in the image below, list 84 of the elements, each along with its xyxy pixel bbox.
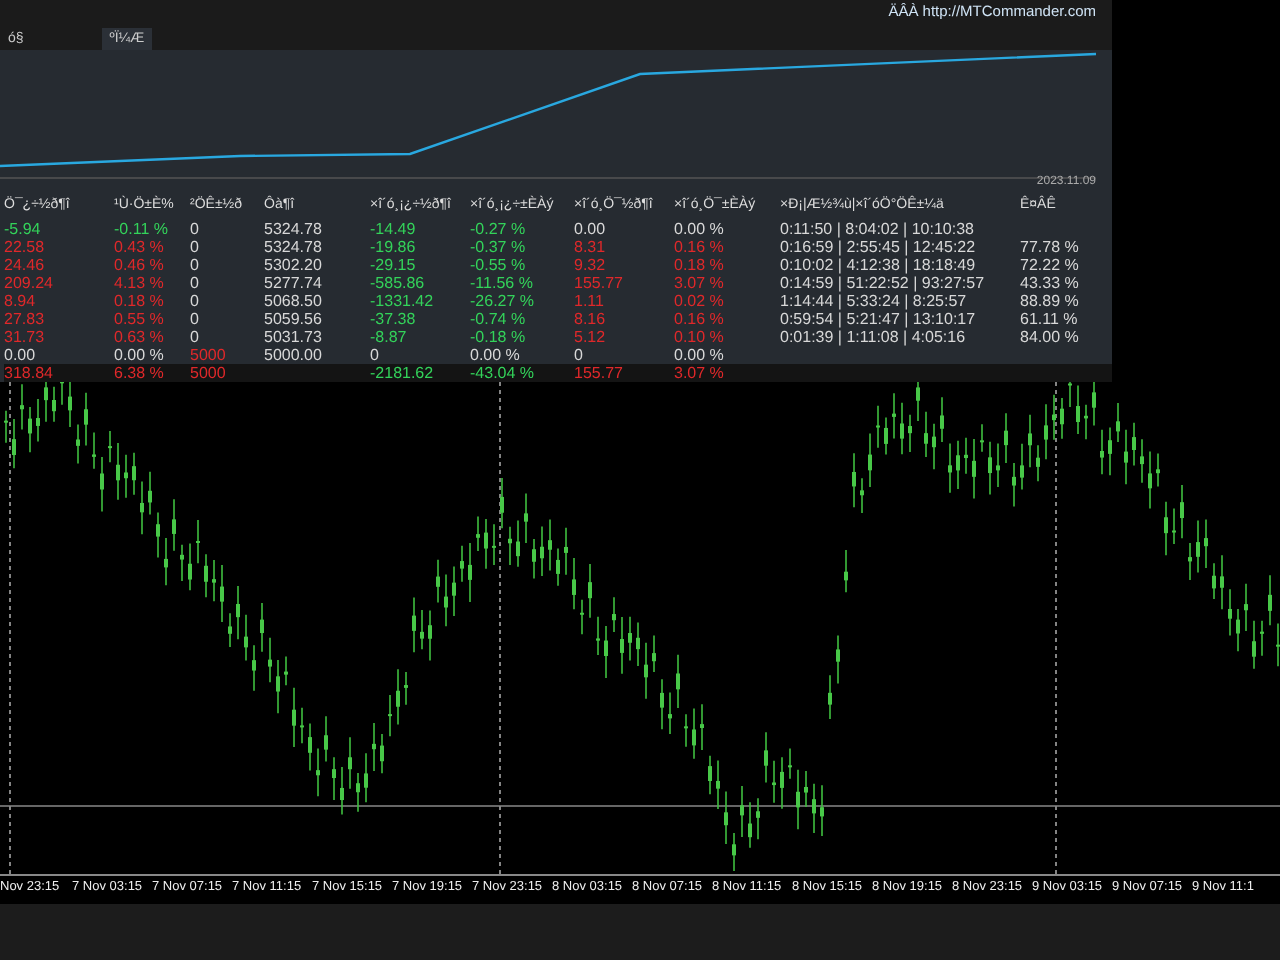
table-cell-text: -0.11 %	[114, 220, 170, 238]
table-cell-text: 0	[190, 220, 201, 238]
table-cell-text: 0.00	[4, 346, 38, 364]
table-cell-text: 5277.74	[264, 274, 324, 292]
table-cell-text: -0.27 %	[470, 220, 528, 238]
table-cell-text: 24.46	[4, 256, 47, 274]
table-cell-text: 31.73	[4, 328, 47, 346]
table-cell-text: 0.00 %	[674, 220, 726, 238]
table-cell-text: 318.84	[4, 364, 55, 382]
table-cell-text: -2181.62	[370, 364, 436, 382]
table-cell-text: 0.00 %	[114, 346, 166, 364]
table-cell-text: 0.16 %	[674, 238, 726, 256]
table-cell-text: 0:11:50 | 8:04:02 | 10:10:38	[780, 220, 976, 238]
table-cell-text: 77.78 %	[1020, 238, 1081, 256]
table-cell-text: 0.10 %	[674, 328, 726, 346]
table-cell-text: 0:16:59 | 2:55:45 | 12:45:22	[780, 238, 978, 256]
table-cell-text: 155.77	[574, 364, 625, 382]
table-cell-text: 5059.56	[264, 310, 324, 328]
table-cell-text: -29.15	[370, 256, 418, 274]
table-cell-text: -11.56 %	[470, 274, 535, 292]
table-cell-text: 8.94	[4, 292, 38, 310]
table-cell-text: 5031.73	[264, 328, 324, 346]
table-cell-text: -1331.42	[370, 292, 436, 310]
table-cell-text: 27.83	[4, 310, 47, 328]
table-cell-text: -37.38	[370, 310, 418, 328]
table-cell-text: 0.00	[574, 220, 608, 238]
table-cell-text: 5000	[190, 346, 228, 364]
table-cell-text: 22.58	[4, 238, 47, 256]
table-cell-text: 0.00 %	[470, 346, 522, 364]
table-cell-text: 5324.78	[264, 238, 324, 256]
table-cell-text: 0.16 %	[674, 310, 726, 328]
table-cell-text: -8.87	[370, 328, 409, 346]
table-cell-text: 43.33 %	[1020, 274, 1081, 292]
table-cell-text: 0	[190, 328, 201, 346]
table-cell-text: 0	[190, 310, 201, 328]
table-cell-text: 0:10:02 | 4:12:38 | 18:18:49	[780, 256, 978, 274]
table-cell-text: 155.77	[574, 274, 625, 292]
table-cell-text: 4.13 %	[114, 274, 166, 292]
table-cell-text: 5000.00	[264, 346, 324, 364]
table-cell-text: 0	[370, 346, 381, 364]
table-cell-text: 0.02 %	[674, 292, 726, 310]
table-cell-text: 0.63 %	[114, 328, 166, 346]
table-cell-text: 8.16	[574, 310, 608, 328]
table-cell-text: 6.38 %	[114, 364, 166, 382]
table-cell-text: 0.55 %	[114, 310, 166, 328]
table-cell-text: 88.89 %	[1020, 292, 1081, 310]
table-cell-text: 0	[574, 346, 585, 364]
table-cell-text: 84.00 %	[1020, 328, 1081, 346]
table-cell-text: -19.86	[370, 238, 418, 256]
table-cell-text: 3.07 %	[674, 274, 726, 292]
table-cell-text: 5324.78	[264, 220, 324, 238]
table-cell-text: 0	[190, 274, 201, 292]
table-cell-text: -14.49	[370, 220, 418, 238]
table-cell-text: 8.31	[574, 238, 608, 256]
table-cell-text: 0.00 %	[674, 346, 726, 364]
table-cell-text: 0.18 %	[674, 256, 726, 274]
table-cell-text: -0.55 %	[470, 256, 528, 274]
table-cell-text: 72.22 %	[1020, 256, 1081, 274]
table-cell-text: 0:01:39 | 1:11:08 | 4:05:16	[780, 328, 968, 346]
table-cell-text: 9.32	[574, 256, 608, 274]
table-cell-text: 5.12	[574, 328, 608, 346]
table-cell-text: 3.07 %	[674, 364, 726, 382]
table-cell-text: 1:14:44 | 5:33:24 | 8:25:57	[780, 292, 969, 310]
table-cell-text: -43.04 %	[470, 364, 537, 382]
table-cell-text: 0.46 %	[114, 256, 166, 274]
table-cell-text: 61.11 %	[1020, 310, 1080, 328]
table-cell-text: 1.11	[574, 292, 606, 310]
table-cell-text: -585.86	[370, 274, 427, 292]
table-cell-text: 0	[190, 238, 201, 256]
table-cell-text: -5.94	[4, 220, 43, 238]
table-cell-text: -0.18 %	[470, 328, 528, 346]
table-cell-text: -26.27 %	[470, 292, 537, 310]
table-cell-text: 5302.20	[264, 256, 324, 274]
table-cell-text: 5000	[190, 364, 228, 382]
table-cell-text: 0.43 %	[114, 238, 166, 256]
table-cell-text: 0:14:59 | 51:22:52 | 93:27:57	[780, 274, 987, 292]
table-cell-text: 0	[190, 256, 201, 274]
table-cell-text: 0	[190, 292, 201, 310]
table-cell-text: 5068.50	[264, 292, 324, 310]
table-cell-text: -0.74 %	[470, 310, 528, 328]
table-cell-text: 0.18 %	[114, 292, 166, 310]
table-cell-text: 0:59:54 | 5:21:47 | 13:10:17	[780, 310, 978, 328]
table-cell-text: 209.24	[4, 274, 55, 292]
table-cell-text: -0.37 %	[470, 238, 528, 256]
